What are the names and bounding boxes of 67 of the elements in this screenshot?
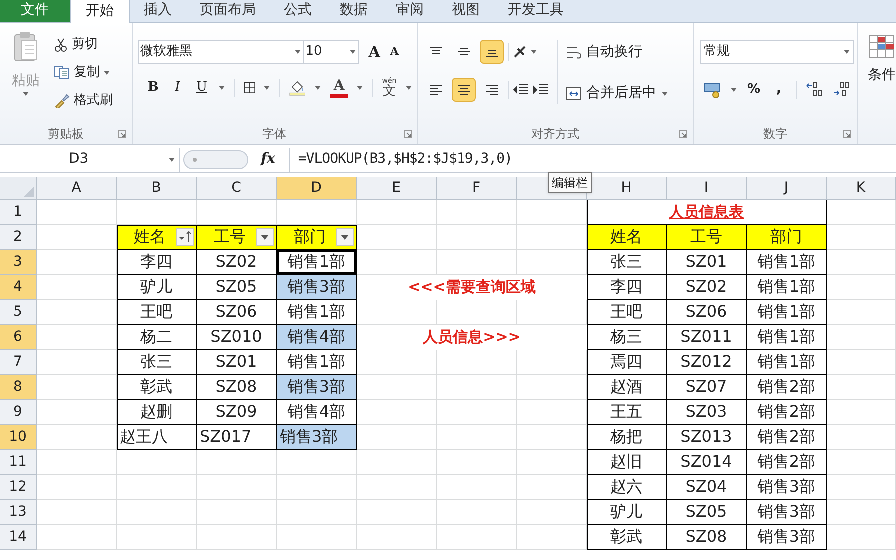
header-cell-text: 姓名 — [134, 226, 166, 248]
table-cell: 销售1部 — [747, 300, 827, 325]
table-cell: 王吧 — [117, 300, 197, 325]
table-cell: SZ01 — [667, 250, 747, 275]
table-cell: 彰武 — [117, 375, 197, 400]
table-cell: 王吧 — [587, 300, 667, 325]
table-cell: 销售2部 — [747, 450, 827, 475]
table-cell: 销售1部 — [747, 275, 827, 300]
table-cell: 销售3部 — [747, 525, 827, 550]
table-cell: SZ013 — [667, 425, 747, 450]
header-cell-text: 工号 — [214, 226, 246, 248]
table-cell: 焉四 — [587, 350, 667, 375]
table-cell: SZ04 — [667, 475, 747, 500]
table-cell: SZ014 — [667, 450, 747, 475]
group-label: 对齐方式 — [531, 126, 580, 143]
table-cell: SZ02 — [197, 250, 277, 275]
table-cell: 李四 — [117, 250, 197, 275]
table-cell: 销售3部 — [277, 375, 357, 400]
table-cell: SZ011 — [667, 325, 747, 350]
table-cell: 驴儿 — [117, 275, 197, 300]
header-cell-text: 部门 — [294, 226, 326, 248]
group-label: 字体 — [262, 126, 287, 143]
header-cell: 工号 — [667, 225, 747, 250]
table-cell: 赵删 — [117, 400, 197, 425]
table-cell: 李四 — [587, 275, 667, 300]
tooltip: 编辑栏 — [548, 172, 592, 193]
table-cell: 杨把 — [587, 425, 667, 450]
table-cell: 赵王八 — [117, 425, 197, 450]
table-cell: 销售2部 — [747, 375, 827, 400]
table-cell: 张三 — [117, 350, 197, 375]
table-cell: 张三 — [587, 250, 667, 275]
table-cell: SZ03 — [667, 400, 747, 425]
annotation-text: <<<需要查询区域 — [408, 277, 536, 298]
header-cell: 部门 — [747, 225, 827, 250]
table-cell: 销售3部 — [277, 275, 357, 300]
table-cell: 销售1部 — [747, 350, 827, 375]
table-cell: SZ02 — [667, 275, 747, 300]
table-cell: 彰武 — [587, 525, 667, 550]
table-cell: 王五 — [587, 400, 667, 425]
table-cell: 销售1部 — [747, 250, 827, 275]
header-cell: 姓名 — [587, 225, 667, 250]
table-cell: SZ05 — [667, 500, 747, 525]
table-cell: 销售2部 — [747, 425, 827, 450]
table-cell: 销售2部 — [747, 400, 827, 425]
table-cell: 杨二 — [117, 325, 197, 350]
group-label: 剪贴板 — [48, 126, 84, 143]
table-cell: 销售1部 — [277, 250, 357, 275]
annotation-text: 人员信息>>> — [423, 327, 521, 348]
table-cell: 销售1部 — [277, 350, 357, 375]
table-cell: SZ08 — [667, 525, 747, 550]
table-cell: SZ012 — [667, 350, 747, 375]
table-cell: 销售4部 — [277, 400, 357, 425]
table-cell: 销售1部 — [747, 325, 827, 350]
table-cell: 销售3部 — [747, 500, 827, 525]
table-title: 人员信息表 — [669, 202, 744, 223]
table-cell: 销售4部 — [277, 325, 357, 350]
table-cell: 杨三 — [587, 325, 667, 350]
table-cell: 销售3部 — [277, 425, 357, 450]
group-label: 数字 — [764, 126, 788, 143]
table-cell: 销售3部 — [747, 475, 827, 500]
table-cell: 赵六 — [587, 475, 667, 500]
table-cell: 赵旧 — [587, 450, 667, 475]
table-cell: 赵酒 — [587, 375, 667, 400]
table-cell: SZ07 — [667, 375, 747, 400]
table-cell: 销售1部 — [277, 300, 357, 325]
table-cell: 驴儿 — [587, 500, 667, 525]
table-cell: SZ06 — [667, 300, 747, 325]
